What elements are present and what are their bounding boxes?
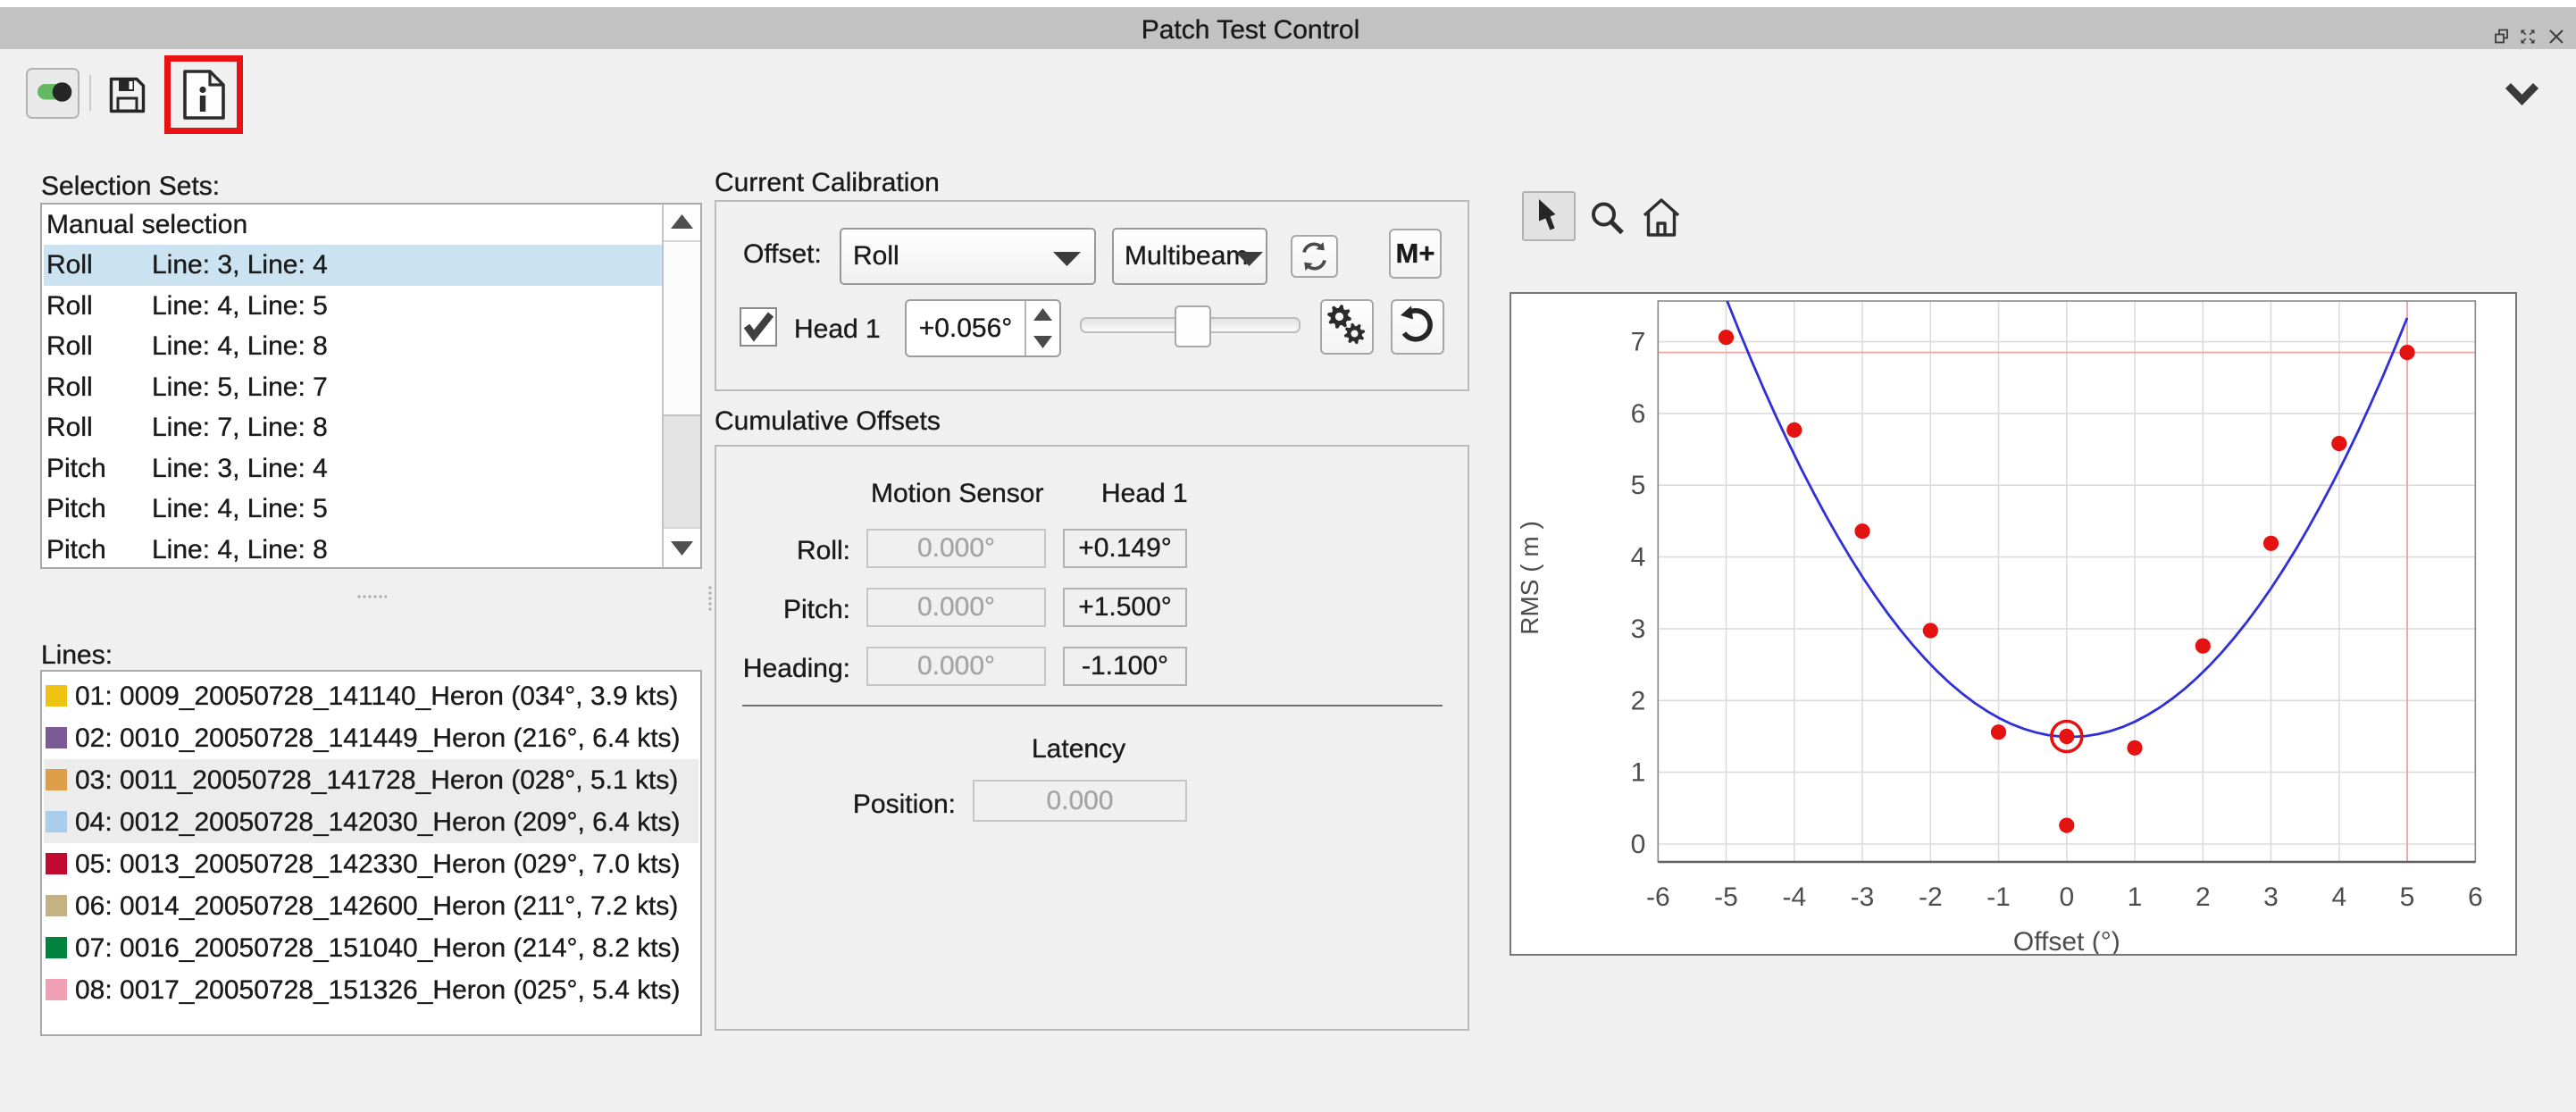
- svg-text:6: 6: [1631, 399, 1646, 429]
- svg-text:0: 0: [2059, 882, 2074, 912]
- svg-text:5: 5: [1631, 471, 1646, 500]
- svg-text:-5: -5: [1714, 882, 1738, 912]
- svg-text:RMS ( m ): RMS ( m ): [1516, 521, 1543, 635]
- svg-text:-4: -4: [1782, 882, 1806, 912]
- svg-text:5: 5: [2400, 882, 2415, 912]
- svg-text:3: 3: [2263, 882, 2279, 912]
- svg-text:1: 1: [1631, 758, 1646, 788]
- svg-text:1: 1: [2128, 882, 2143, 912]
- svg-text:Offset (°): Offset (°): [2013, 927, 2120, 954]
- svg-text:-1: -1: [1986, 882, 2011, 912]
- svg-text:6: 6: [2468, 882, 2483, 912]
- svg-text:4: 4: [2331, 882, 2346, 912]
- svg-text:-2: -2: [1919, 882, 1943, 912]
- svg-text:0: 0: [1631, 830, 1646, 859]
- svg-text:2: 2: [2195, 882, 2211, 912]
- svg-text:2: 2: [1631, 686, 1646, 715]
- svg-text:-6: -6: [1646, 882, 1670, 912]
- svg-text:3: 3: [1631, 615, 1646, 644]
- svg-text:7: 7: [1631, 328, 1646, 357]
- svg-text:4: 4: [1631, 543, 1646, 573]
- svg-text:-3: -3: [1851, 882, 1875, 912]
